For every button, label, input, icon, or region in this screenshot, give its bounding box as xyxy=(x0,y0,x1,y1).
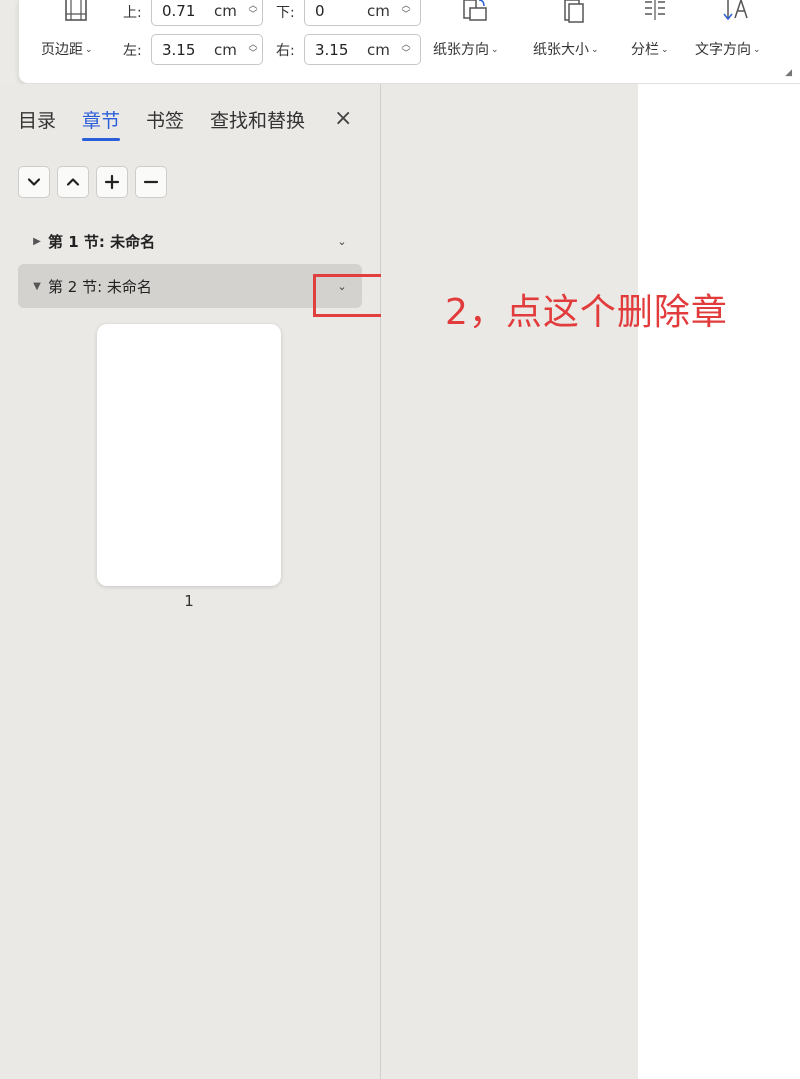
section-toolbar xyxy=(18,166,167,198)
move-down-button[interactable] xyxy=(18,166,50,198)
section-item-1[interactable]: ▶ 第 1 节: 未命名 ⌄ xyxy=(18,219,362,263)
section-item-2[interactable]: ▼ 第 2 节: 未命名 ⌄ xyxy=(18,264,362,308)
chevron-down-icon: ⌄ xyxy=(591,45,599,55)
text-direction-button[interactable]: 文字方向 ⌄ xyxy=(695,39,761,59)
columns-button[interactable]: 分栏 ⌄ xyxy=(631,39,669,59)
section-title: 第 1 节: 未命名 xyxy=(48,232,156,251)
collapse-triangle-icon[interactable]: ▼ xyxy=(26,281,48,292)
left-margin-field[interactable]: 3.15 cm ︿ ﹀ xyxy=(151,34,263,65)
margins-button[interactable]: 页边距 ⌄ xyxy=(41,39,93,59)
tab-find-replace[interactable]: 查找和替换 xyxy=(210,106,305,141)
page-margins-icon[interactable] xyxy=(63,0,89,22)
annotation-highlight-box xyxy=(313,274,384,317)
page-layout-ribbon: 页边距 ⌄ 上: 0.71 cm ︿ ﹀ 下: 0 cm ︿ ﹀ 左: 3.15 c… xyxy=(18,0,800,84)
text-direction-icon[interactable] xyxy=(721,0,751,26)
right-margin-field[interactable]: 3.15 cm ︿ ﹀ xyxy=(304,34,421,65)
tab-bookmarks[interactable]: 书签 xyxy=(146,106,184,141)
columns-icon[interactable] xyxy=(640,0,670,26)
close-icon[interactable]: × xyxy=(334,106,352,132)
top-margin-field[interactable]: 0.71 cm ︿ ﹀ xyxy=(151,0,263,26)
spin-arrows-icon[interactable]: ︿ ﹀ xyxy=(246,0,260,25)
chevron-down-icon xyxy=(27,178,41,186)
chevron-down-icon: ⌄ xyxy=(753,45,761,55)
plus-icon xyxy=(104,174,120,190)
spin-arrows-icon[interactable]: ︿ ﹀ xyxy=(246,35,260,64)
add-section-button[interactable] xyxy=(96,166,128,198)
left-margin-label: 左: xyxy=(123,43,142,59)
document-page[interactable] xyxy=(638,84,800,1079)
bottom-margin-field[interactable]: 0 cm ︿ ﹀ xyxy=(304,0,421,26)
orientation-button[interactable]: 纸张方向 ⌄ xyxy=(433,39,499,59)
top-margin-value: 0.71 xyxy=(162,1,196,20)
paper-size-label: 纸张大小 xyxy=(533,42,589,58)
orientation-label: 纸张方向 xyxy=(433,42,489,58)
top-margin-unit: cm xyxy=(214,1,237,20)
spin-arrows-icon[interactable]: ︿ ﹀ xyxy=(399,35,413,64)
bottom-margin-value: 0 xyxy=(315,1,325,20)
chevron-down-icon: ⌄ xyxy=(661,45,669,55)
move-up-button[interactable] xyxy=(57,166,89,198)
dialog-launcher-icon[interactable]: ◢ xyxy=(785,68,792,78)
paper-size-button[interactable]: 纸张大小 ⌄ xyxy=(533,39,599,59)
tab-toc[interactable]: 目录 xyxy=(18,106,56,141)
orientation-icon[interactable] xyxy=(459,0,489,26)
section-title: 第 2 节: 未命名 xyxy=(48,277,152,296)
margins-label: 页边距 xyxy=(41,42,83,58)
columns-label: 分栏 xyxy=(631,42,659,58)
spin-arrows-icon[interactable]: ︿ ﹀ xyxy=(399,0,413,25)
section-menu-chevron-icon[interactable]: ⌄ xyxy=(322,235,362,248)
left-margin-unit: cm xyxy=(214,40,237,59)
chevron-down-icon: ⌄ xyxy=(85,45,93,55)
bottom-margin-label: 下: xyxy=(276,5,295,21)
navigation-pane: 目录 章节 书签 查找和替换 × ▶ 第 1 节: 未命名 ⌄ ▼ 第 2 节:… xyxy=(0,84,384,1079)
text-direction-label: 文字方向 xyxy=(695,42,751,58)
chevron-up-icon xyxy=(66,178,80,186)
left-margin-value: 3.15 xyxy=(162,40,196,59)
minus-icon xyxy=(143,180,159,184)
expand-triangle-icon[interactable]: ▶ xyxy=(26,236,48,247)
right-margin-value: 3.15 xyxy=(315,40,349,59)
chevron-down-icon: ⌄ xyxy=(491,45,499,55)
tutorial-annotation: 2，点这个删除章 xyxy=(445,292,728,333)
top-margin-label: 上: xyxy=(123,5,142,21)
tab-sections[interactable]: 章节 xyxy=(82,106,121,141)
right-margin-unit: cm xyxy=(367,40,390,59)
page-thumbnail[interactable] xyxy=(97,324,281,586)
paper-size-icon[interactable] xyxy=(559,0,589,26)
right-margin-label: 右: xyxy=(276,43,295,59)
bottom-margin-unit: cm xyxy=(367,1,390,20)
remove-section-button[interactable] xyxy=(135,166,167,198)
document-canvas xyxy=(381,84,638,1079)
pane-tabs: 目录 章节 书签 查找和替换 xyxy=(18,106,331,141)
page-number: 1 xyxy=(184,592,194,610)
